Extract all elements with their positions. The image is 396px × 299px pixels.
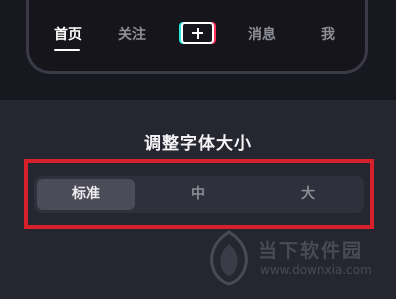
tab-messages[interactable]: 消息 — [248, 24, 276, 44]
sheet-title: 调整字体大小 — [144, 134, 252, 154]
active-tab-indicator — [54, 49, 80, 51]
phone-preview-area: 首页 关注 消息 我 — [0, 0, 396, 100]
tab-following[interactable]: 关注 — [118, 24, 146, 44]
watermark-url: www.downxia.com — [260, 263, 372, 277]
create-button[interactable] — [181, 22, 214, 44]
tab-me[interactable]: 我 — [321, 24, 335, 44]
tab-home[interactable]: 首页 — [54, 24, 82, 44]
watermark-name: 当下软件园 — [258, 240, 364, 262]
highlight-annotation-box — [24, 159, 374, 229]
bottom-tab-bar: 首页 关注 消息 我 — [0, 0, 396, 70]
watermark-logo-icon — [210, 230, 248, 286]
